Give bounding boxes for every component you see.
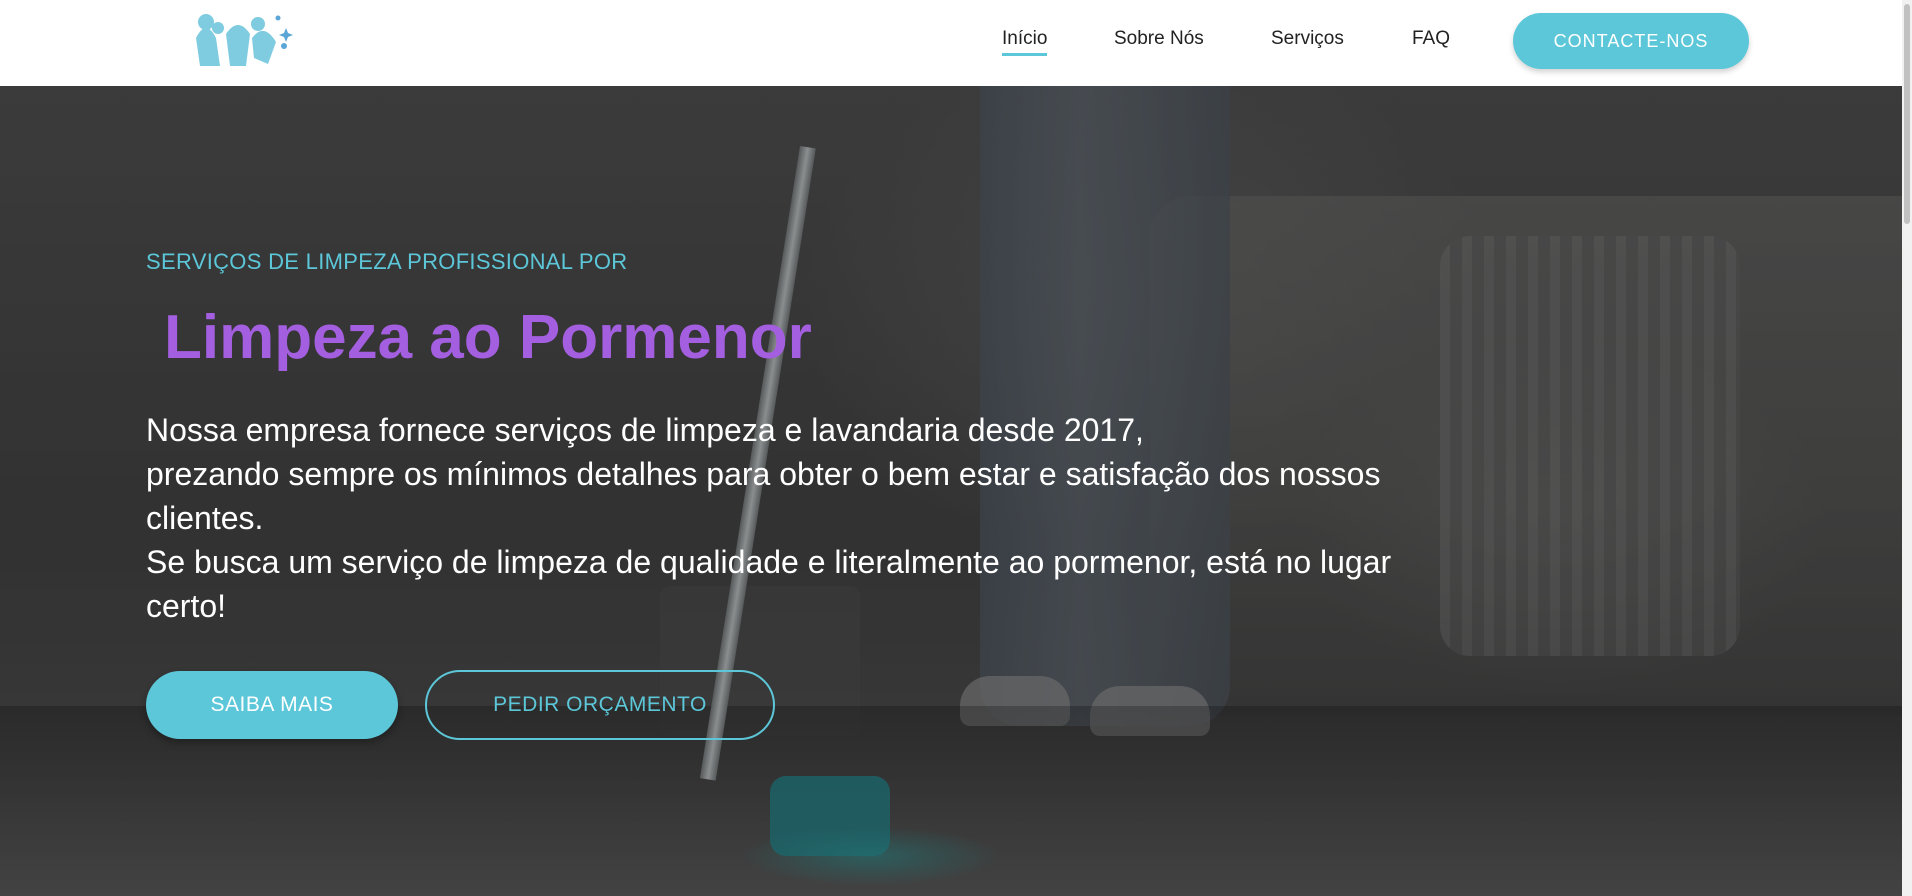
hero-description-line: Nossa empresa fornece serviços de limpez…	[146, 412, 1144, 448]
site-header: Início Sobre Nós Serviços FAQ CONTACTE-N…	[0, 0, 1902, 86]
learn-more-button[interactable]: SAIBA MAIS	[146, 671, 398, 739]
nav-link-faq[interactable]: FAQ	[1412, 27, 1450, 51]
hero-kicker: SERVIÇOS DE LIMPEZA PROFISSIONAL POR	[146, 249, 628, 274]
nav-link-inicio[interactable]: Início	[1002, 27, 1048, 56]
nav-link-sobre-nos[interactable]: Sobre Nós	[1114, 27, 1204, 51]
request-quote-button[interactable]: PEDIR ORÇAMENTO	[425, 670, 775, 740]
hero-headline: Limpeza ao Pormenor	[164, 303, 812, 372]
hero-description-line: prezando sempre os mínimos detalhes para…	[146, 456, 1381, 536]
hero-description: Nossa empresa fornece serviços de limpez…	[146, 408, 1446, 628]
hero-section: SERVIÇOS DE LIMPEZA PROFISSIONAL POR Lim…	[0, 86, 1902, 896]
nav-link-servicos[interactable]: Serviços	[1271, 27, 1344, 51]
contact-us-button[interactable]: CONTACTE-NOS	[1513, 13, 1749, 69]
page-scrollbar[interactable]	[1902, 0, 1912, 896]
cleaning-splash-logo-icon[interactable]	[186, 8, 294, 70]
hero-description-line: Se busca um serviço de limpeza de qualid…	[146, 544, 1392, 624]
scrollbar-thumb[interactable]	[1904, 4, 1910, 224]
